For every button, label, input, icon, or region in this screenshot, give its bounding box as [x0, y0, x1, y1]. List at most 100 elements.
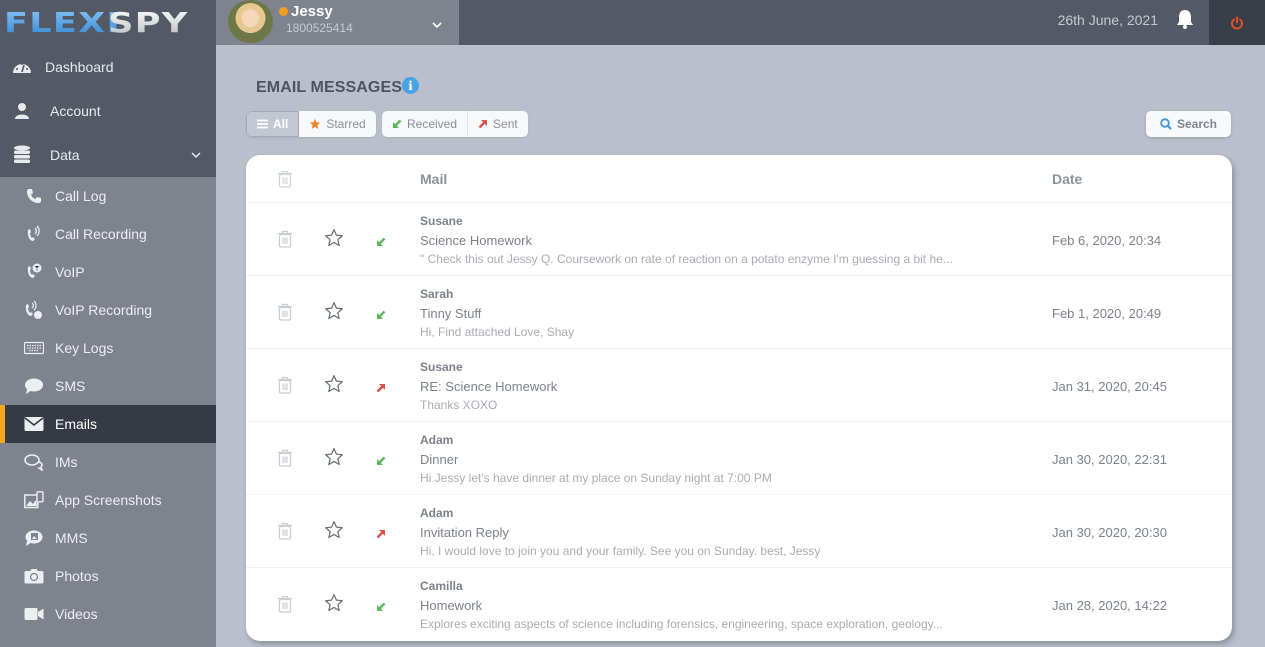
sidebar-item-label: Key Logs: [55, 340, 114, 356]
top-bar: FLEXISPY Jessy 1800525414 26th June, 202…: [0, 0, 1265, 45]
table-row[interactable]: Susane RE: Science Homework Thanks XOXO …: [246, 349, 1232, 422]
filter-sent-button[interactable]: Sent: [468, 111, 528, 137]
star-icon[interactable]: [324, 301, 344, 326]
camera-icon: [24, 567, 44, 585]
sidebar-item-app-screenshots[interactable]: App Screenshots: [0, 481, 216, 519]
sender-name: Susane: [420, 360, 463, 374]
table-header: Mail Date: [246, 155, 1232, 203]
sidebar-item-voip-recording[interactable]: VoIP Recording: [0, 291, 216, 329]
sidebar-item-account[interactable]: Account: [0, 89, 216, 133]
star-icon[interactable]: [324, 593, 344, 618]
star-filled-icon: [309, 118, 321, 130]
email-preview: Hi, I would love to join you and your fa…: [420, 544, 821, 558]
sidebar-item-key-logs[interactable]: Key Logs: [0, 329, 216, 367]
email-subject: Invitation Reply: [420, 525, 509, 540]
table-row[interactable]: Sarah Tinny Stuff Hi, Find attached Love…: [246, 276, 1232, 349]
delete-icon[interactable]: [277, 595, 293, 618]
sender-name: Adam: [420, 433, 454, 447]
delete-icon[interactable]: [277, 522, 293, 545]
filter-received-label: Received: [407, 117, 458, 131]
sidebar-item-sms[interactable]: SMS: [0, 367, 216, 405]
arrow-up-right-icon: [478, 119, 488, 129]
column-header-mail[interactable]: Mail: [420, 171, 447, 187]
table-row[interactable]: Adam Dinner Hi Jessy let's have dinner a…: [246, 422, 1232, 495]
sidebar-item-voip[interactable]: VoIP: [0, 253, 216, 291]
page-title: EMAIL MESSAGES: [256, 79, 403, 96]
search-button[interactable]: Search: [1146, 111, 1231, 137]
user-name: Jessy: [291, 3, 333, 20]
table-body: Susane Science Homework " Check this out…: [246, 203, 1232, 641]
flexispy-logo[interactable]: FLEXISPY: [0, 0, 216, 45]
received-arrow-icon: [376, 453, 386, 471]
device-selector[interactable]: Jessy 1800525414: [216, 0, 459, 45]
online-status-dot: [279, 7, 288, 16]
email-date: Jan 30, 2020, 20:30: [1052, 525, 1167, 540]
envelope-icon: [24, 415, 44, 433]
power-icon: [1231, 16, 1243, 29]
search-icon: [1160, 118, 1172, 130]
delete-icon[interactable]: [277, 303, 293, 326]
sender-name: Susane: [420, 214, 463, 228]
chevron-down-icon[interactable]: [432, 20, 442, 30]
table-row[interactable]: Camilla Homework Explores exciting aspec…: [246, 568, 1232, 641]
sidebar-item-dashboard[interactable]: Dashboard: [0, 45, 216, 89]
email-date: Jan 30, 2020, 22:31: [1052, 452, 1167, 467]
email-preview: Thanks XOXO: [420, 398, 498, 412]
sidebar-item-call-recording[interactable]: Call Recording: [0, 215, 216, 253]
dashboard-icon: [12, 58, 32, 76]
sidebar-item-label: Account: [50, 103, 101, 119]
sidebar-item-label: IMs: [55, 454, 78, 470]
filter-all-button[interactable]: All: [246, 111, 300, 137]
delete-all-icon[interactable]: [277, 170, 293, 193]
delete-icon[interactable]: [277, 376, 293, 399]
sidebar-item-mms[interactable]: MMS: [0, 519, 216, 557]
table-row[interactable]: Susane Science Homework " Check this out…: [246, 203, 1232, 276]
email-date: Jan 31, 2020, 20:45: [1052, 379, 1167, 394]
filter-starred-button[interactable]: Starred: [299, 111, 375, 137]
sidebar-item-label: Call Recording: [55, 226, 147, 242]
star-icon[interactable]: [324, 228, 344, 253]
sidebar-item-label: Videos: [55, 606, 98, 622]
sent-arrow-icon: [376, 526, 386, 544]
current-date: 26th June, 2021: [1057, 12, 1158, 28]
sidebar-item-data[interactable]: Data: [0, 133, 216, 177]
sidebar-item-videos[interactable]: Videos: [0, 595, 216, 633]
email-preview: Hi Jessy let's have dinner at my place o…: [420, 471, 772, 485]
filter-sent-label: Sent: [493, 117, 518, 131]
column-header-date[interactable]: Date: [1052, 171, 1082, 187]
delete-icon[interactable]: [277, 449, 293, 472]
logout-button[interactable]: [1209, 0, 1265, 45]
sidebar-item-ims[interactable]: IMs: [0, 443, 216, 481]
received-arrow-icon: [376, 599, 386, 617]
main-content: EMAIL MESSAGES i All Starred Received Se…: [216, 45, 1265, 647]
sidebar-item-emails[interactable]: Emails: [0, 405, 216, 443]
voip-icon: [24, 263, 44, 281]
star-icon[interactable]: [324, 374, 344, 399]
chat-bubble-icon: [24, 377, 44, 395]
email-preview: Explores exciting aspects of science inc…: [420, 617, 943, 631]
filter-received-button[interactable]: Received: [382, 111, 469, 137]
email-table: Mail Date Susane Science Homework " Chec…: [246, 155, 1232, 641]
sidebar-item-label: VoIP Recording: [55, 302, 153, 318]
logo-text-spy: SPY: [108, 6, 189, 39]
star-icon[interactable]: [324, 520, 344, 545]
table-row[interactable]: Adam Invitation Reply Hi, I would love t…: [246, 495, 1232, 568]
sender-name: Camilla: [420, 579, 463, 593]
sidebar-item-label: Emails: [55, 416, 98, 432]
avatar: [228, 0, 273, 43]
sidebar-item-label: App Screenshots: [55, 492, 162, 508]
email-date: Feb 1, 2020, 20:49: [1052, 306, 1162, 321]
bell-icon[interactable]: [1174, 8, 1196, 30]
star-icon[interactable]: [324, 447, 344, 472]
user-phone: 1800525414: [286, 21, 353, 35]
sidebar-item-call-log[interactable]: Call Log: [0, 177, 216, 215]
sidebar-item-photos[interactable]: Photos: [0, 557, 216, 595]
info-icon[interactable]: i: [402, 77, 419, 94]
logo-text-flexi: FLEXI: [4, 6, 121, 39]
search-label: Search: [1176, 117, 1218, 131]
sender-name: Sarah: [420, 287, 454, 301]
sidebar-item-label: VoIP: [55, 264, 85, 280]
delete-icon[interactable]: [277, 230, 293, 253]
email-preview: Hi, Find attached Love, Shay: [420, 325, 575, 339]
chevron-down-icon[interactable]: [190, 150, 202, 160]
